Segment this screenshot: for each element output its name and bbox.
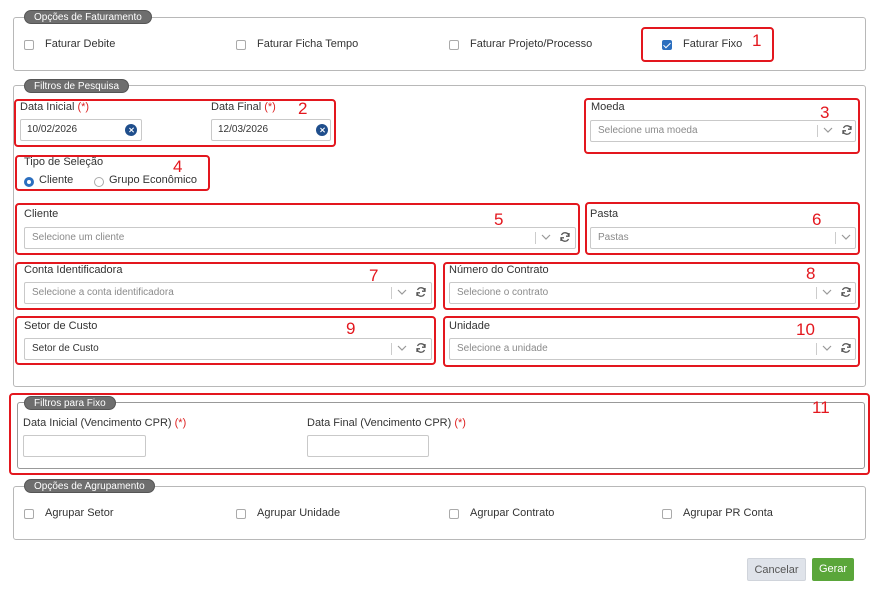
cancel-button[interactable]: Cancelar [747, 558, 806, 581]
billing-options-legend: Opções de Faturamento [24, 10, 152, 24]
label-faturar-debite: Faturar Debite [45, 38, 116, 50]
checkbox-agrupar-setor[interactable] [24, 509, 34, 519]
grouping-legend: Opções de Agrupamento [24, 479, 155, 493]
label-faturar-projeto: Faturar Projeto/Processo [470, 38, 593, 50]
label-agrupar-contrato: Agrupar Contrato [470, 507, 555, 519]
annotation-number-11: 11 [812, 398, 830, 417]
annotation-box-8 [443, 262, 860, 310]
annotation-number-3: 3 [820, 103, 830, 122]
label-agrupar-pr-conta: Agrupar PR Conta [683, 507, 773, 519]
annotation-box-3 [584, 98, 860, 154]
checkbox-faturar-projeto[interactable] [449, 40, 459, 50]
generate-button[interactable]: Gerar [812, 558, 854, 581]
annotation-number-6: 6 [812, 210, 822, 229]
label-agrupar-setor: Agrupar Setor [45, 507, 114, 519]
annotation-number-10: 10 [796, 320, 815, 339]
annotation-number-4: 4 [173, 157, 183, 176]
checkbox-agrupar-contrato[interactable] [449, 509, 459, 519]
annotation-box-9 [15, 316, 436, 365]
annotation-number-5: 5 [494, 210, 504, 229]
label-faturar-ficha-tempo: Faturar Ficha Tempo [257, 38, 359, 50]
annotation-number-1: 1 [752, 31, 762, 50]
annotation-box-11 [9, 393, 870, 475]
checkbox-faturar-ficha-tempo[interactable] [236, 40, 246, 50]
checkbox-faturar-debite[interactable] [24, 40, 34, 50]
annotation-number-9: 9 [346, 319, 356, 338]
checkbox-agrupar-pr-conta[interactable] [662, 509, 672, 519]
annotation-number-2: 2 [298, 99, 308, 118]
search-filters-legend: Filtros de Pesquisa [24, 79, 130, 93]
annotation-box-2 [14, 99, 336, 147]
annotation-number-8: 8 [806, 264, 816, 283]
annotation-number-7: 7 [369, 266, 379, 285]
label-agrupar-unidade: Agrupar Unidade [257, 507, 341, 519]
checkbox-agrupar-unidade[interactable] [236, 509, 246, 519]
